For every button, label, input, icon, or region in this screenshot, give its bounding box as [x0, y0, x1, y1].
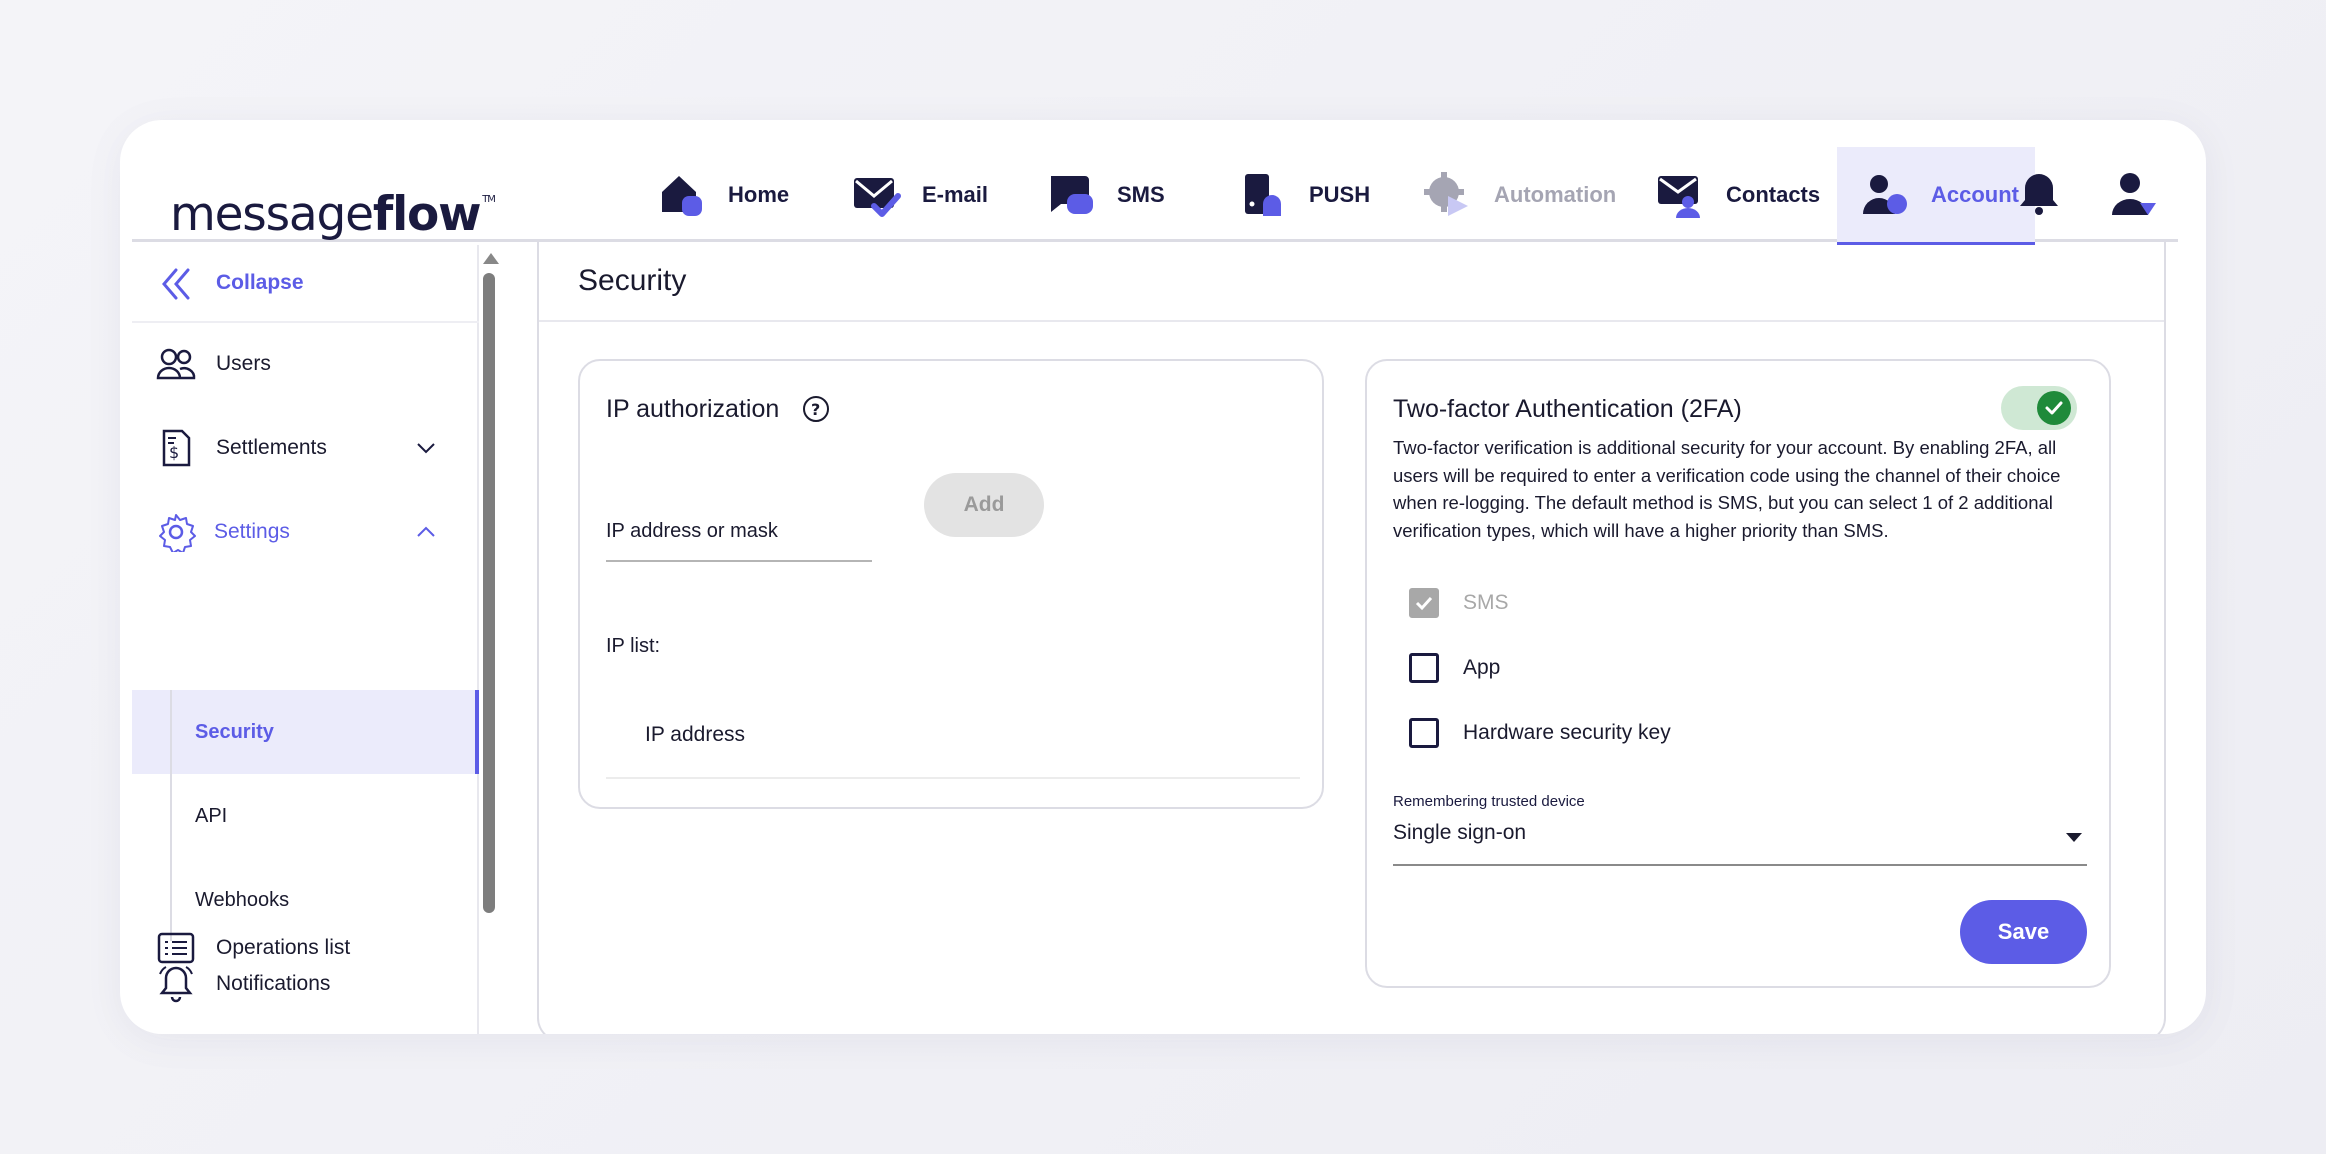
scroll-up-arrow[interactable]: [483, 253, 499, 264]
sidebar-scrollbar[interactable]: [477, 245, 499, 1034]
ip-table-divider: [606, 777, 1300, 779]
ip-authorization-title: IP authorization: [606, 395, 780, 423]
list-icon: [157, 932, 195, 964]
nav-contacts[interactable]: Contacts: [1656, 147, 1820, 242]
sidebar-subitem-security-label: Security: [195, 720, 274, 743]
ip-table-column-header: IP address: [645, 723, 746, 746]
automation-gear-icon: [1424, 170, 1474, 220]
help-circle-icon[interactable]: ?: [802, 395, 830, 423]
nav-automation[interactable]: Automation: [1424, 147, 1616, 242]
user-profile-icon[interactable]: [2110, 169, 2160, 219]
trusted-device-select-label: Remembering trusted device: [1393, 793, 1585, 810]
sidebar-item-settlements-label: Settlements: [216, 436, 327, 459]
sidebar-collapse-label: Collapse: [216, 271, 304, 294]
sidebar-subitem-security[interactable]: Security: [132, 690, 479, 774]
ip-input-underline: [606, 560, 872, 562]
nav-email[interactable]: E-mail: [852, 147, 988, 242]
ip-authorization-card: IP authorization ? IP address or mask Ad…: [578, 359, 1324, 809]
sidebar-item-operations-list-row[interactable]: Operations list: [132, 906, 479, 990]
sidebar-item-settlements[interactable]: $ Settlements: [132, 406, 479, 490]
account-user-icon: [1861, 170, 1911, 220]
nav-sms[interactable]: SMS: [1047, 147, 1165, 242]
nav-email-label: E-mail: [922, 181, 989, 207]
nav-home[interactable]: Home: [658, 147, 789, 242]
nav-home-label: Home: [728, 181, 790, 207]
sidebar-collapse[interactable]: Collapse: [132, 245, 479, 323]
option-sms-label: SMS: [1463, 591, 1509, 614]
sidebar-subitem-api-label: API: [195, 804, 228, 827]
two-factor-auth-card: Two-factor Authentication (2FA) Two-fact…: [1365, 359, 2111, 988]
home-icon: [658, 170, 708, 220]
nav-automation-label: Automation: [1494, 181, 1617, 207]
nav-sms-label: SMS: [1117, 181, 1165, 207]
scroll-thumb[interactable]: [483, 273, 495, 913]
nav-push-label: PUSH: [1309, 181, 1371, 207]
nav-account[interactable]: Account: [1837, 147, 2035, 245]
top-navigation: messageflow TM Home E-mail SMS PUSH Auto…: [132, 147, 2178, 245]
hardware-key-checkbox[interactable]: [1409, 718, 1439, 748]
gear-icon: [159, 514, 196, 552]
page-title: Security: [578, 264, 687, 297]
title-divider: [539, 320, 2164, 322]
trusted-device-select[interactable]: Single sign-on: [1393, 821, 1526, 845]
save-button[interactable]: Save: [1960, 900, 2087, 964]
sidebar-subitem-api[interactable]: API: [132, 774, 479, 858]
double-chevron-left-icon: [162, 268, 190, 300]
two-factor-description: Two-factor verification is additional se…: [1393, 437, 2061, 541]
option-hardware-key[interactable]: Hardware security key: [1409, 718, 1671, 748]
add-ip-button[interactable]: Add: [924, 473, 1044, 537]
ip-address-input[interactable]: IP address or mask: [606, 520, 778, 543]
invoice-dollar-icon: $: [162, 429, 191, 467]
sidebar-item-settings-label: Settings: [214, 520, 290, 543]
toggle-check-icon: [2037, 391, 2071, 425]
users-icon: [156, 348, 196, 380]
two-factor-toggle[interactable]: [2001, 386, 2077, 430]
chevron-up-icon: [417, 526, 435, 537]
sms-checkbox[interactable]: [1409, 588, 1439, 618]
sidebar-item-operations-label: Operations list: [216, 936, 351, 959]
bell-icon[interactable]: [2014, 169, 2064, 219]
sidebar-item-settings[interactable]: Settings: [132, 490, 479, 574]
push-phone-icon: [1239, 170, 1289, 220]
contacts-icon: [1656, 170, 1706, 220]
sidebar-item-operations-list[interactable]: [132, 1026, 479, 1034]
checkmark-icon: [1415, 596, 1433, 611]
option-app[interactable]: App: [1409, 653, 1500, 683]
dropdown-arrow-icon[interactable]: [2066, 833, 2082, 842]
sidebar-item-users-label: Users: [216, 352, 271, 375]
app-checkbox[interactable]: [1409, 653, 1439, 683]
email-icon: [852, 170, 902, 220]
two-factor-title: Two-factor Authentication (2FA): [1393, 395, 1742, 423]
sms-icon: [1047, 170, 1097, 220]
ip-list-label: IP list:: [606, 635, 661, 657]
security-panel: Security IP authorization ? IP address o…: [537, 242, 2166, 1034]
option-hardware-key-label: Hardware security key: [1463, 721, 1671, 744]
option-app-label: App: [1463, 656, 1501, 679]
svg-text:?: ?: [811, 400, 820, 419]
nav-contacts-label: Contacts: [1726, 181, 1821, 207]
messageflow-logo[interactable]: messageflow TM: [170, 191, 496, 241]
svg-text:$: $: [169, 443, 179, 462]
sidebar-item-users[interactable]: Users: [132, 322, 479, 406]
app-window: messageflow TM Home E-mail SMS PUSH Auto…: [120, 120, 2206, 1034]
select-underline: [1393, 864, 2087, 866]
nav-account-label: Account: [1931, 181, 2019, 207]
nav-push[interactable]: PUSH: [1239, 147, 1370, 242]
option-sms[interactable]: SMS: [1409, 588, 1509, 618]
chevron-down-icon: [417, 443, 435, 454]
